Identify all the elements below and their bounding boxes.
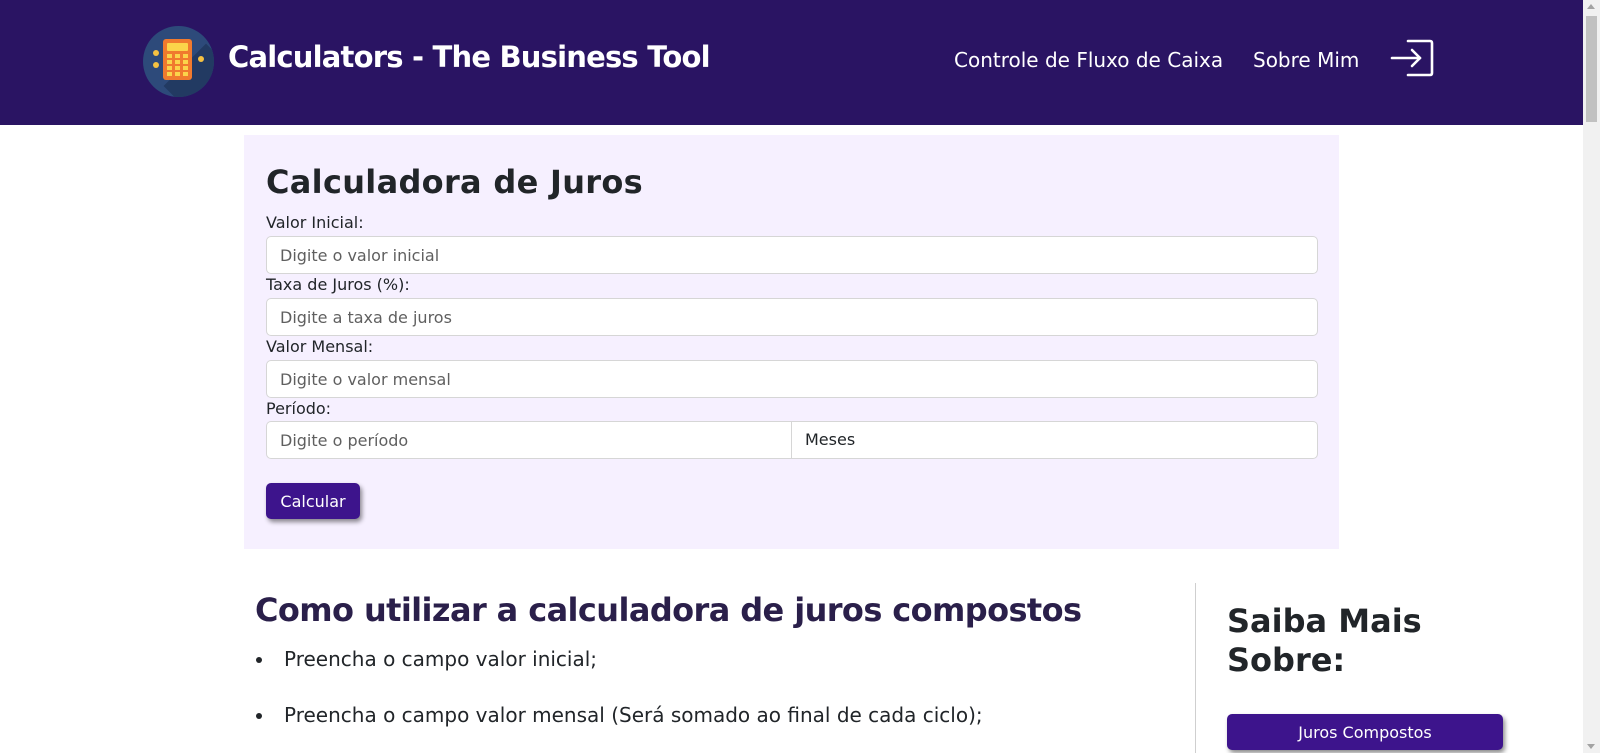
page-scrollbar[interactable] xyxy=(1583,0,1600,753)
monthly-value-label: Valor Mensal: xyxy=(266,337,374,356)
period-unit-select[interactable]: Meses xyxy=(791,421,1318,459)
nav-link-fluxo-de-caixa[interactable]: Controle de Fluxo de Caixa xyxy=(954,48,1223,72)
compound-interest-button[interactable]: Juros Compostos xyxy=(1227,714,1503,750)
calculator-title: Calculadora de Juros xyxy=(266,163,644,201)
list-item: Preencha o campo valor inicial; xyxy=(284,647,598,671)
calculator-icon[interactable] xyxy=(143,26,214,97)
aside-title: Saiba Mais Sobre: xyxy=(1227,602,1422,679)
calculator-panel: Calculadora de Juros Valor Inicial: Taxa… xyxy=(244,135,1339,549)
bullet-icon xyxy=(256,713,262,719)
interest-rate-label: Taxa de Juros (%): xyxy=(266,275,410,294)
scroll-down-icon[interactable] xyxy=(1587,744,1595,749)
interest-rate-input[interactable] xyxy=(266,298,1318,336)
sidebar-divider xyxy=(1195,583,1196,753)
monthly-value-input[interactable] xyxy=(266,360,1318,398)
nav-link-sobre-mim[interactable]: Sobre Mim xyxy=(1253,48,1359,72)
period-label: Período: xyxy=(266,399,332,418)
login-icon[interactable] xyxy=(1390,39,1434,77)
initial-value-label: Valor Inicial: xyxy=(266,213,364,232)
brand-title[interactable]: Calculators - The Business Tool xyxy=(228,40,711,74)
scroll-thumb[interactable] xyxy=(1586,16,1597,122)
bullet-icon xyxy=(256,657,262,663)
initial-value-input[interactable] xyxy=(266,236,1318,274)
period-input[interactable] xyxy=(266,421,791,459)
top-navbar: Calculators - The Business Tool Controle… xyxy=(0,0,1583,125)
scroll-up-icon[interactable] xyxy=(1587,4,1595,9)
list-item: Preencha o campo valor mensal (Será soma… xyxy=(284,703,983,727)
howto-title: Como utilizar a calculadora de juros com… xyxy=(255,591,1082,629)
calculate-button[interactable]: Calcular xyxy=(266,483,360,519)
